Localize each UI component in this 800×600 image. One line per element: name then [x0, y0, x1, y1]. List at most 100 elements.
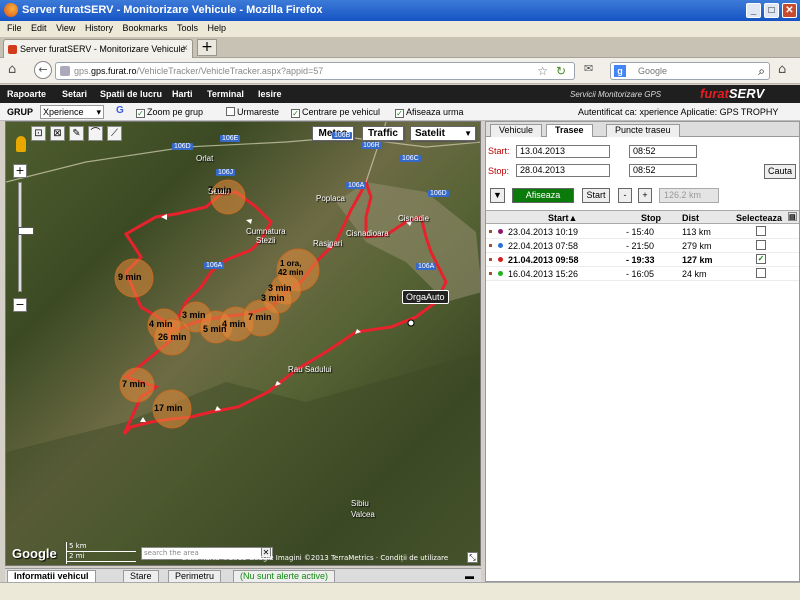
tab-trasee[interactable]: Trasee	[546, 124, 593, 137]
row-stop: - 16:05	[626, 269, 655, 279]
stop-date-input[interactable]: 28.04.2013	[516, 164, 610, 177]
menu-tools[interactable]: Tools	[177, 23, 198, 33]
street-view-pegman-icon[interactable]	[16, 136, 26, 152]
tab-vehicule[interactable]: Vehicule	[490, 124, 543, 137]
back-icon[interactable]: ←	[34, 61, 52, 79]
service-tagline: Servicii Monitorizare GPS	[570, 90, 662, 99]
refresh-icon[interactable]: G	[116, 105, 124, 116]
cauta-button[interactable]: Cauta	[764, 164, 796, 179]
expand-button[interactable]: ▼	[490, 188, 505, 203]
zoom-knob[interactable]	[18, 227, 34, 235]
menu-bookmarks[interactable]: Bookmarks	[122, 23, 167, 33]
zoom-box-icon[interactable]: ⊡	[31, 126, 46, 141]
zoom-in-button[interactable]: +	[13, 164, 27, 178]
bookmark-star-icon[interactable]: ☆	[537, 64, 548, 78]
reload-icon[interactable]: ↻	[556, 64, 566, 78]
area-icon[interactable]: ⌒	[88, 126, 103, 141]
browser-tab[interactable]: Server furatSERV - Monitorizare Vehicule…	[3, 39, 193, 58]
map-view[interactable]: ⊡⊠✎⌒⟋ + − Meteo Traffic Satelit▼ 106D 10…	[5, 121, 481, 566]
grup-select[interactable]: Xperience ▾	[40, 105, 104, 119]
brand-part-b: SERV	[728, 86, 765, 101]
maximize-button[interactable]: □	[764, 3, 779, 18]
url-text: gps.gps.furat.ro/VehicleTracker/VehicleT…	[74, 66, 323, 76]
start-label: Start:	[488, 146, 510, 156]
menu-view[interactable]: View	[56, 23, 75, 33]
road-label: 106E	[220, 135, 241, 142]
start-time-input[interactable]: 08:52	[629, 145, 697, 158]
columns-icon[interactable]: ▤	[788, 212, 797, 221]
afiseaza-button[interactable]: Afiseaza	[512, 188, 574, 203]
table-row[interactable]: 16.04.2013 15:26 - 16:05 24 km	[486, 267, 799, 281]
firefox-icon	[4, 3, 18, 17]
menu-history[interactable]: History	[85, 23, 113, 33]
stop-label: 1 ora, 42 min	[278, 259, 304, 277]
measure-icon[interactable]: ✎	[69, 126, 84, 141]
stop-time-input[interactable]: 08:52	[629, 164, 697, 177]
zoom-grup-label: Zoom pe grup	[147, 107, 204, 117]
centrare-option[interactable]: ✓ Centrare pe vehicul	[291, 107, 380, 118]
search-bar[interactable]: g Google ⌕	[610, 62, 770, 80]
group-toolbar: GRUP Xperience ▾ G ✓ Zoom pe grup Urmarest…	[0, 103, 800, 121]
place-label: Valcea	[351, 510, 375, 519]
close-button[interactable]: ✕	[782, 3, 797, 18]
zoom-grup-checkbox[interactable]: ✓	[136, 109, 145, 118]
row-select-checkbox[interactable]: ✓	[756, 254, 766, 264]
nav-terminal[interactable]: Terminal	[207, 89, 244, 99]
tab-close-icon[interactable]: ×	[182, 43, 188, 54]
col-dist[interactable]: Dist	[682, 213, 699, 223]
stop-label: 3 min	[182, 310, 206, 320]
urmareste-checkbox[interactable]	[226, 107, 235, 116]
home-icon[interactable]: ⌂	[8, 62, 16, 77]
traffic-button[interactable]: Traffic	[362, 126, 404, 141]
start-date-input[interactable]: 13.04.2013	[516, 145, 610, 158]
menu-help[interactable]: Help	[208, 23, 227, 33]
site-identity-icon[interactable]	[60, 66, 70, 76]
col-stop[interactable]: Stop	[641, 213, 661, 223]
search-icon[interactable]: ⌕	[758, 64, 765, 79]
menu-edit[interactable]: Edit	[31, 23, 47, 33]
google-search-icon[interactable]: g	[614, 65, 626, 77]
start-button[interactable]: Start	[582, 188, 610, 203]
row-select-checkbox[interactable]	[756, 240, 766, 250]
nav-iesire[interactable]: Iesire	[258, 89, 282, 99]
nav-harti[interactable]: Harti	[172, 89, 193, 99]
home-page-icon[interactable]: ⌂	[778, 62, 786, 77]
menu-file[interactable]: File	[7, 23, 22, 33]
minimize-button[interactable]: _	[746, 3, 761, 18]
zoom-slider[interactable]	[18, 182, 34, 292]
table-row[interactable]: 23.04.2013 10:19 - 15:40 113 km	[486, 225, 799, 239]
destination-marker[interactable]: OrgaAuto	[402, 290, 449, 304]
url-bar[interactable]: gps.gps.furat.ro/VehicleTracker/VehicleT…	[55, 62, 575, 80]
road-label: 106A	[416, 263, 437, 270]
col-start[interactable]: Start▲	[548, 213, 577, 223]
zoom-out-box-icon[interactable]: ⊠	[50, 126, 65, 141]
new-tab-button[interactable]: +	[197, 39, 217, 56]
brand-part-a: furat	[700, 86, 729, 101]
row-marker-icon	[489, 258, 492, 261]
nav-spatii-de-lucru[interactable]: Spatii de lucru	[100, 89, 162, 99]
ruler-icon[interactable]: ⟋	[107, 126, 122, 141]
tab-puncte-traseu[interactable]: Puncte traseu	[606, 124, 680, 137]
search-placeholder: Google	[638, 66, 668, 76]
row-select-checkbox[interactable]	[756, 268, 766, 278]
expand-icon[interactable]: ⤡	[467, 552, 478, 563]
zoom-out-button[interactable]: −	[13, 298, 27, 312]
table-row[interactable]: 22.04.2013 07:58 - 21:50 279 km	[486, 239, 799, 253]
zoom-grup-option[interactable]: ✓ Zoom pe grup	[136, 107, 203, 118]
minus-button[interactable]: -	[618, 188, 632, 203]
collapse-icon[interactable]: ▬	[465, 571, 474, 581]
nav-setari[interactable]: Setari	[62, 89, 87, 99]
plus-button[interactable]: +	[638, 188, 652, 203]
afiseaza-urma-option[interactable]: ✓ Afiseaza urma	[395, 107, 464, 118]
afiseaza-urma-checkbox[interactable]: ✓	[395, 109, 404, 118]
table-row[interactable]: 21.04.2013 09:58 - 19:33 127 km ✓	[486, 253, 799, 267]
row-select-checkbox[interactable]	[756, 226, 766, 236]
nav-rapoarte[interactable]: Rapoarte	[7, 89, 46, 99]
col-selecteaza[interactable]: Selecteaza	[736, 213, 782, 223]
urmareste-option[interactable]: Urmareste	[226, 107, 279, 117]
satelit-dropdown[interactable]: Satelit ▼	[410, 126, 476, 141]
navigation-bar: ⌂ ← gps.gps.furat.ro/VehicleTracker/Vehi…	[0, 58, 800, 84]
centrare-checkbox[interactable]: ✓	[291, 109, 300, 118]
mail-icon[interactable]: ✉	[584, 62, 593, 75]
place-label: Rau Sadului	[288, 365, 332, 374]
